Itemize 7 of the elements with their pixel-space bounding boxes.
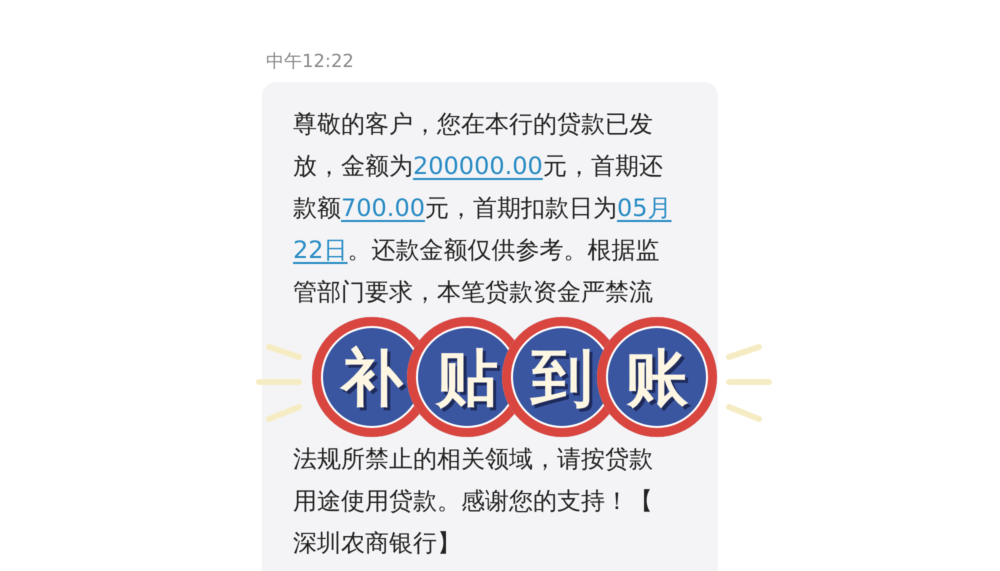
message-text: 法规所禁止的相关领域，请按贷款用途使用贷款。感谢您的支持！【深圳农商银行】 bbox=[293, 444, 654, 559]
message-link[interactable]: 05月 bbox=[616, 194, 672, 222]
message-time: 中午12:22 bbox=[265, 50, 355, 74]
message-link[interactable]: 200000.00 bbox=[413, 152, 543, 180]
message-link[interactable]: 700.00 bbox=[341, 194, 425, 222]
message-link[interactable]: 22日 bbox=[293, 236, 348, 264]
message-text: 尊敬的客户，您在本行的贷款已发放，金额为200000.00元，首期还款额700.00元，首期扣款日为05月 22日。还款金额仅供参考。根据监管部门要求，本笔贷款资金严禁流 bbox=[293, 109, 673, 308]
